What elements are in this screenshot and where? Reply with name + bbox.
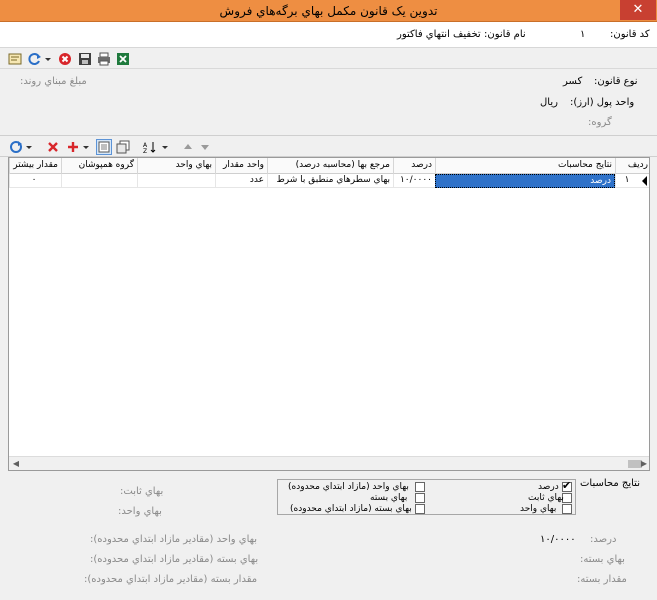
package-price-label: بهاي بسته: xyxy=(580,554,625,565)
col-header-calc-result[interactable]: نتايج محاسبات xyxy=(435,158,615,174)
scroll-right-icon[interactable]: ▶ xyxy=(639,459,649,469)
svg-text:Z: Z xyxy=(143,148,147,154)
col-header-unit-price[interactable]: بهاي واحد xyxy=(137,158,215,174)
main-toolbar xyxy=(0,49,657,69)
fixed-price-label: بهاي ثابت: xyxy=(120,486,164,497)
calculation-grid[interactable]: مقدار بيشتر گروه همپوشان بهاي واحد واحد … xyxy=(8,157,650,471)
row-form-icon[interactable] xyxy=(96,139,112,155)
option-percent-label: درصد xyxy=(538,482,559,492)
current-row-indicator-icon xyxy=(641,176,649,186)
add-row-dropdown-icon[interactable] xyxy=(81,139,89,155)
checkbox-unit-price[interactable] xyxy=(562,504,572,514)
checkbox-percent[interactable] xyxy=(562,479,572,492)
percent-summary-value: ۱۰/۰۰۰۰ xyxy=(540,534,576,545)
checkbox-package-price-excess[interactable] xyxy=(415,504,425,514)
rule-info-panel: نوع قانون: کسر مبلغ مبناي روند: واحد پول… xyxy=(0,70,657,136)
close-button[interactable]: ✕ xyxy=(620,0,656,20)
option-package-price-label: بهاي بسته xyxy=(370,493,408,503)
cell-overlap-group[interactable] xyxy=(61,174,137,188)
delete-row-icon[interactable] xyxy=(45,139,61,155)
window-title: تدوين يک قانون مکمل بهاي برگه‌هاي فروش xyxy=(219,4,438,18)
refresh-dropdown-icon[interactable] xyxy=(43,51,51,67)
sort-dropdown-icon[interactable] xyxy=(160,139,168,155)
move-up-icon[interactable] xyxy=(180,139,196,155)
calc-results-options: درصد بهاي ثابت بهاي واحد بهاي واحد (مازا… xyxy=(277,479,576,515)
save-icon[interactable] xyxy=(77,51,93,67)
rule-type-value[interactable]: کسر xyxy=(563,76,582,87)
table-row[interactable]: ۰ عدد بهاي سطرهاي منطبق با شرط ۱۰/۰۰۰۰ د… xyxy=(9,174,649,188)
unit-price-label: بهاي واحد: xyxy=(118,506,162,517)
rule-code-label: کد قانون: xyxy=(610,29,650,40)
horizontal-scrollbar[interactable]: ◀ ▶ xyxy=(9,456,649,470)
rule-name-label: نام قانون: xyxy=(484,29,526,40)
rounding-base-label: مبلغ مبناي روند: xyxy=(20,76,87,87)
title-bar: تدوين يک قانون مکمل بهاي برگه‌هاي فروش ✕ xyxy=(0,0,657,22)
checkbox-package-price[interactable] xyxy=(415,493,425,503)
rule-name-value[interactable]: تخفيف انتهاي فاکتور xyxy=(397,29,481,40)
col-header-overlap-group[interactable]: گروه همپوشان xyxy=(61,158,137,174)
package-qty-excess-label: مقدار بسته (مقادير مازاد ابتداي محدوده): xyxy=(84,574,258,585)
group-label: گروه: xyxy=(588,117,612,128)
currency-value[interactable]: ريال xyxy=(540,97,558,108)
option-package-price-excess-label: بهاي بسته (مازاد ابتداي محدوده) xyxy=(290,504,412,514)
unit-price-excess-label: بهاي واحد (مقادير مازاد ابتداي محدوده): xyxy=(90,534,258,545)
cell-more-qty[interactable]: ۰ xyxy=(9,174,61,188)
grid-header: مقدار بيشتر گروه همپوشان بهاي واحد واحد … xyxy=(9,158,649,174)
rule-code-value[interactable]: ۱ xyxy=(580,29,585,40)
calc-results-label: نتايج محاسبات xyxy=(580,478,640,489)
package-qty-label: مقدار بسته: xyxy=(577,574,627,585)
col-header-row-number[interactable]: رديف xyxy=(615,158,649,174)
cancel-icon[interactable] xyxy=(57,51,73,67)
refresh-icon[interactable] xyxy=(27,51,43,67)
package-price-excess-label: بهاي بسته (مقادير مازاد ابتداي محدوده): xyxy=(90,554,259,565)
col-header-more-qty[interactable]: مقدار بيشتر xyxy=(9,158,61,174)
scroll-left-icon[interactable]: ◀ xyxy=(11,459,21,469)
option-unit-price-excess-label: بهاي واحد (مازاد ابتداي محدوده) xyxy=(288,482,409,492)
copy-row-icon[interactable] xyxy=(115,139,131,155)
percent-summary-label: درصد: xyxy=(590,534,617,545)
sort-icon[interactable]: AZ xyxy=(142,139,158,155)
col-header-percent[interactable]: درصد xyxy=(393,158,435,174)
col-header-qty-unit[interactable]: واحد مقدار xyxy=(215,158,267,174)
checkbox-unit-price-excess[interactable] xyxy=(415,482,425,492)
options-icon[interactable] xyxy=(8,139,24,155)
currency-label: واحد پول (ارز): xyxy=(570,97,635,108)
print-icon[interactable] xyxy=(96,51,112,67)
move-down-icon[interactable] xyxy=(197,139,213,155)
rule-type-label: نوع قانون: xyxy=(594,76,638,87)
option-unit-price-label: بهاي واحد xyxy=(520,504,557,514)
option-fixed-price-label: بهاي ثابت xyxy=(528,493,564,503)
cell-price-reference[interactable]: بهاي سطرهاي منطبق با شرط xyxy=(267,174,393,188)
add-row-icon[interactable] xyxy=(65,139,81,155)
grid-toolbar: AZ xyxy=(0,137,657,157)
form-view-icon[interactable] xyxy=(7,51,23,67)
cell-calc-result[interactable]: درصد xyxy=(435,174,615,188)
excel-export-icon[interactable] xyxy=(115,51,131,67)
col-header-price-reference[interactable]: مرجع بها (محاسبه درصد) xyxy=(267,158,393,174)
options-dropdown-icon[interactable] xyxy=(24,139,32,155)
cell-qty-unit[interactable]: عدد xyxy=(215,174,267,188)
header-strip: کد قانون: ۱ نام قانون: تخفيف انتهاي فاکت… xyxy=(0,22,657,48)
cell-row-number[interactable]: ۱ xyxy=(615,174,641,188)
results-panel: نتايج محاسبات درصد بهاي ثابت بهاي واحد ب… xyxy=(0,472,657,600)
cell-percent[interactable]: ۱۰/۰۰۰۰ xyxy=(393,174,435,188)
cell-unit-price[interactable] xyxy=(137,174,215,188)
